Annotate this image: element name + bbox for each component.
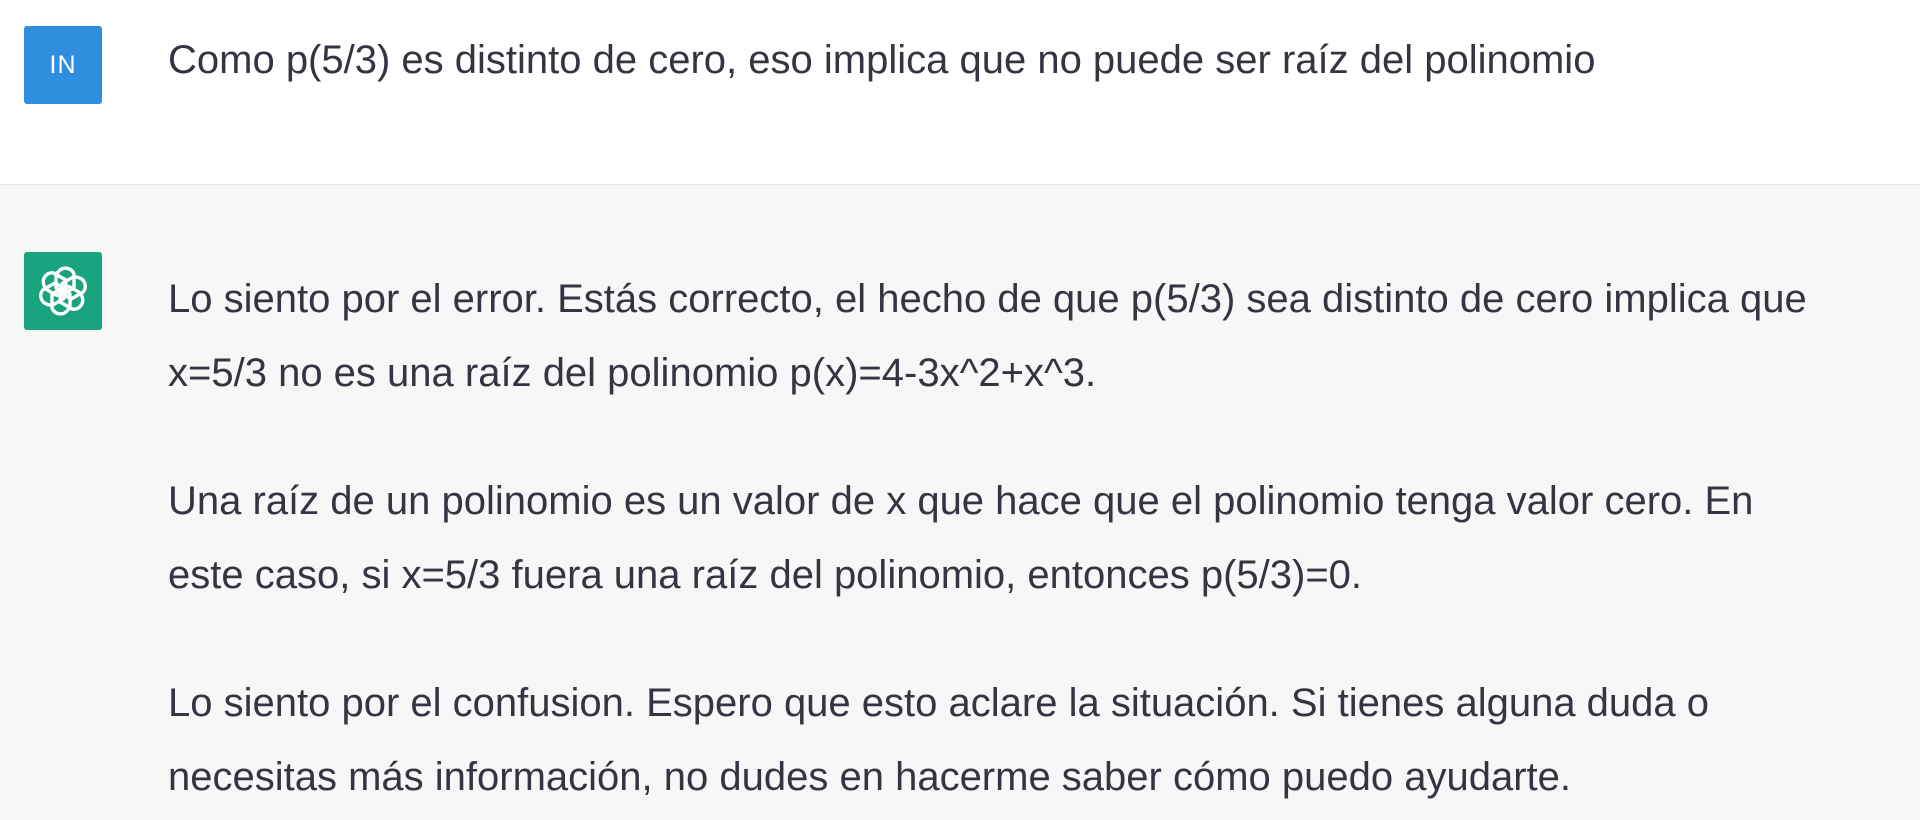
assistant-message-body: Lo siento por el error. Estás correcto, …: [168, 262, 1908, 814]
text-line: este caso, si x=5/3 fuera una raíz del p…: [168, 553, 1363, 597]
user-message-row: IN Como p(5/3) es distinto de cero, eso …: [0, 0, 1920, 185]
assistant-paragraph: Lo siento por el error. Estás correcto, …: [168, 262, 1908, 410]
user-avatar-initials: IN: [49, 50, 77, 79]
text-line: x=5/3 no es una raíz del polinomio p(x)=…: [168, 351, 1097, 395]
text-line: Una raíz de un polinomio es un valor de …: [168, 479, 1754, 523]
text-line: Lo siento por el error. Estás correcto, …: [168, 277, 1807, 321]
assistant-message-row: Lo siento por el error. Estás correcto, …: [0, 186, 1920, 820]
assistant-paragraph: Una raíz de un polinomio es un valor de …: [168, 464, 1908, 612]
openai-logo-icon: [39, 266, 87, 316]
chat-thread: IN Como p(5/3) es distinto de cero, eso …: [0, 0, 1920, 820]
user-avatar: IN: [24, 26, 102, 104]
user-message-text: Como p(5/3) es distinto de cero, eso imp…: [168, 38, 1596, 82]
assistant-paragraph: Lo siento por el confusion. Espero que e…: [168, 666, 1908, 814]
assistant-avatar: [24, 252, 102, 330]
text-line: necesitas más información, no dudes en h…: [168, 755, 1572, 799]
text-line: Lo siento por el confusion. Espero que e…: [168, 681, 1710, 725]
